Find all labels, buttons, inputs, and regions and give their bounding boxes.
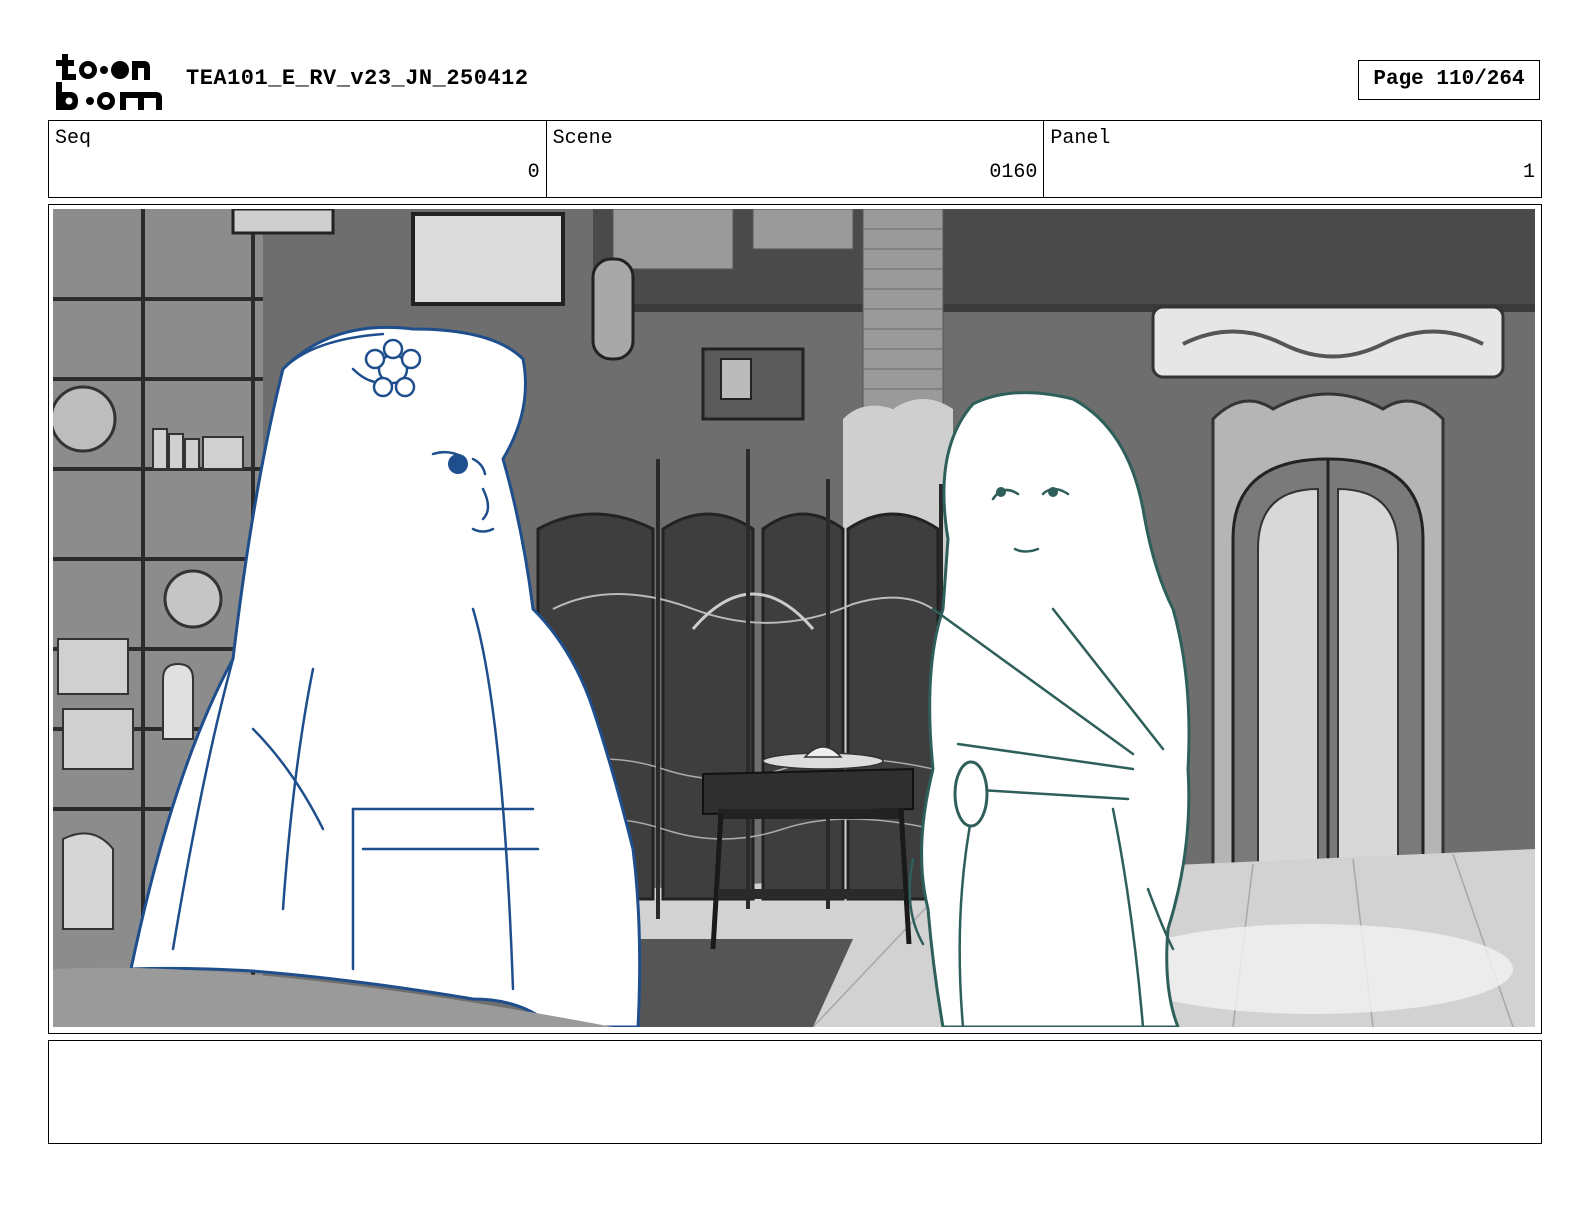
panel-value: 1 [1523,161,1536,184]
panel-cell: Panel 1 [1044,121,1541,197]
seq-label: Seq [55,127,92,150]
panel-label: Panel [1050,127,1111,150]
logo-icon [56,54,162,110]
panel-notes-box[interactable] [48,1040,1542,1144]
seq-value: 0 [527,161,540,184]
scene-cell: Scene 0160 [547,121,1045,197]
document-title: TEA101_E_RV_v23_JN_250412 [186,66,529,91]
scene-value: 0160 [989,161,1038,184]
seq-cell: Seq 0 [49,121,547,197]
page-number-badge: Page 110/264 [1358,60,1540,100]
toon-boom-logo [52,52,164,112]
storyboard-sketch-icon [53,209,1535,1027]
scene-label: Scene [552,127,613,150]
storyboard-panel-frame [48,204,1542,1034]
shot-info-bar: Seq 0 Scene 0160 Panel 1 [48,120,1542,198]
